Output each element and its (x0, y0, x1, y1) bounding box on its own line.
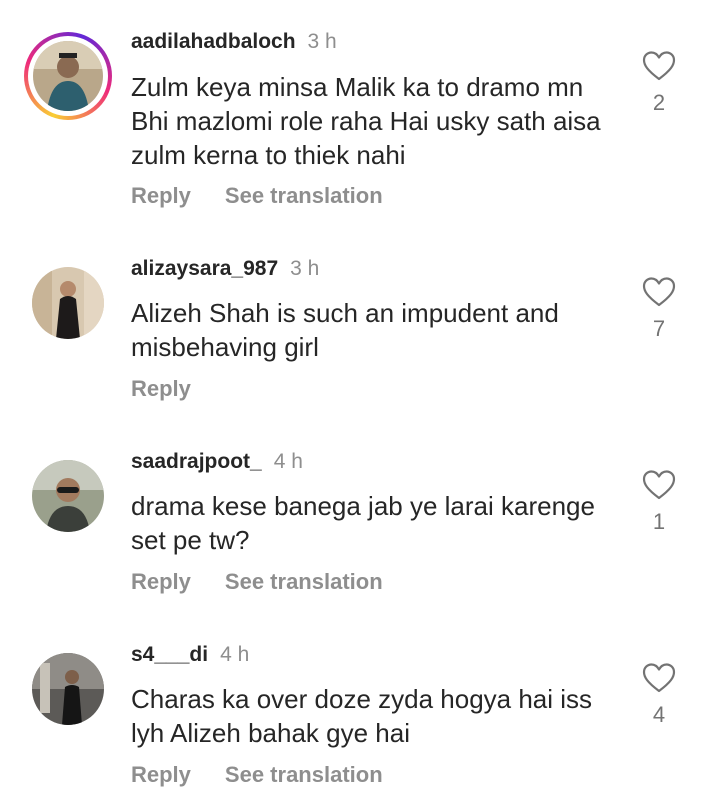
avatar (32, 460, 104, 532)
comment-text: Zulm keya minsa Malik ka to dramo mn Bhi… (131, 72, 601, 170)
comment-text: Charas ka over doze zyda hogya hai iss l… (131, 684, 593, 748)
comment-text: Alizeh Shah is such an impudent and misb… (131, 298, 559, 362)
heart-outline-icon[interactable] (642, 469, 676, 501)
timestamp: 4 h (273, 450, 303, 473)
reply-button[interactable]: Reply (131, 183, 191, 209)
username-row: aadilahadbaloch 3 h (131, 30, 337, 54)
username[interactable]: s4___di (131, 643, 208, 667)
comment-actions: Reply See translation (131, 569, 383, 595)
avatar (32, 653, 104, 725)
avatar-wrapper[interactable] (32, 653, 104, 725)
heart-outline-icon[interactable] (642, 662, 676, 694)
timestamp: 3 h (290, 257, 320, 280)
avatar-wrapper[interactable] (32, 460, 104, 532)
avatar (32, 267, 104, 339)
comment-actions: Reply See translation (131, 762, 383, 788)
see-translation-button[interactable]: See translation (225, 762, 383, 788)
avatar-wrapper[interactable] (32, 267, 104, 339)
comment-actions: Reply See translation (131, 183, 383, 209)
heart-outline-icon[interactable] (642, 276, 676, 308)
like-count: 2 (652, 90, 666, 115)
like-count: 1 (652, 509, 666, 534)
username[interactable]: alizaysara_987 (131, 257, 278, 281)
like-count: 4 (652, 702, 666, 727)
username[interactable]: aadilahadbaloch (131, 30, 296, 54)
timestamp: 3 h (307, 30, 337, 53)
see-translation-button[interactable]: See translation (225, 569, 383, 595)
username[interactable]: saadrajpoot_ (131, 450, 262, 474)
like-count: 7 (652, 316, 666, 341)
username-row: s4___di 4 h (131, 643, 249, 667)
comment-text: drama kese banega jab ye larai karenge s… (131, 491, 595, 555)
heart-outline-icon[interactable] (642, 50, 676, 82)
username-row: saadrajpoot_ 4 h (131, 450, 303, 474)
see-translation-button[interactable]: See translation (225, 183, 383, 209)
avatar (33, 41, 103, 111)
avatar-ring-gap (28, 36, 108, 116)
timestamp: 4 h (220, 643, 250, 666)
reply-button[interactable]: Reply (131, 569, 191, 595)
reply-button[interactable]: Reply (131, 376, 191, 402)
reply-button[interactable]: Reply (131, 762, 191, 788)
comment-actions: Reply (131, 376, 191, 402)
story-ring-avatar[interactable] (24, 32, 112, 120)
username-row: alizaysara_987 3 h (131, 257, 319, 281)
